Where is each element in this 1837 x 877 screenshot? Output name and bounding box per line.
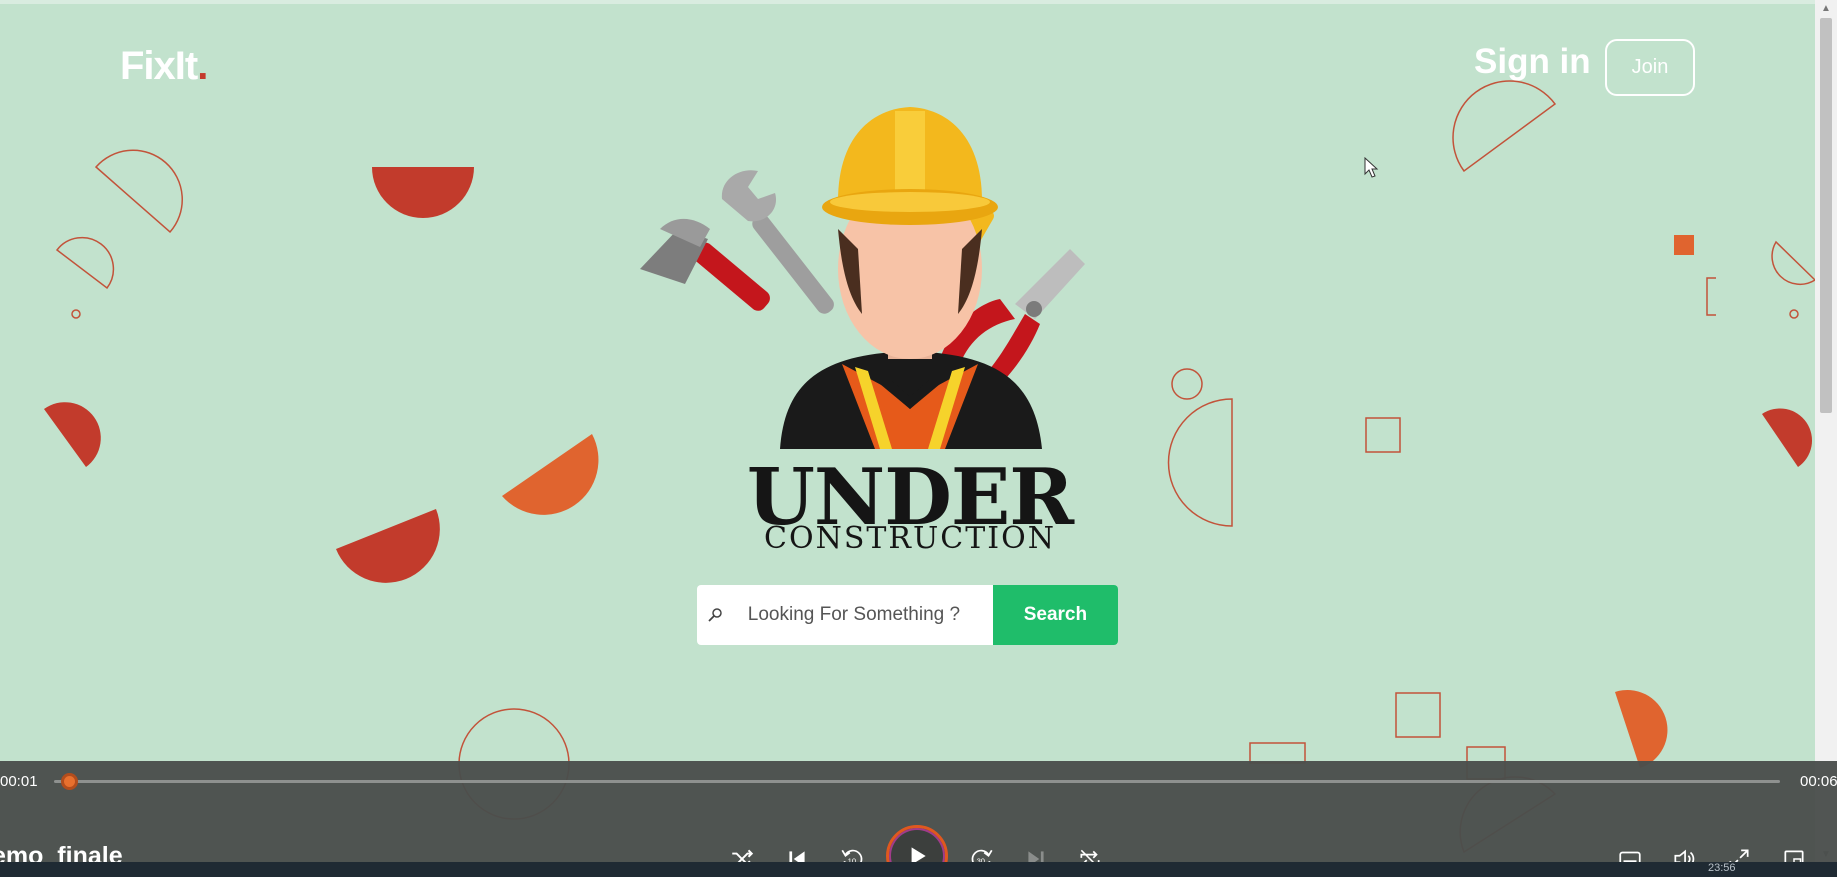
search-input[interactable] [733, 585, 993, 645]
scroll-up-arrow-icon[interactable]: ▲ [1815, 0, 1837, 18]
fixit-logo[interactable]: FixIt. [120, 44, 208, 89]
deco-circle [1789, 309, 1799, 319]
deco-half-circle [372, 167, 474, 218]
construction-worker-illustration [640, 107, 1085, 449]
deco-half-circle [1615, 690, 1668, 768]
scroll-thumb[interactable] [1820, 18, 1832, 413]
page-scrollbar[interactable]: ▲ ▼ [1815, 0, 1837, 877]
deco-square [1365, 417, 1401, 453]
os-taskbar: 23:56 [0, 862, 1837, 877]
deco-half-circle [336, 509, 440, 583]
deco-circle [71, 309, 81, 319]
hardhat-icon [822, 107, 998, 225]
deco-half-circle [44, 402, 101, 467]
deco-rect [1249, 742, 1306, 764]
current-time: 00:01 [0, 773, 38, 790]
deco-bracket [1706, 277, 1716, 316]
search-button[interactable]: Search [992, 585, 1118, 645]
seek-bar[interactable] [54, 780, 1780, 783]
media-player-bar: 00:01 00:06 emo_finale 10 30 [0, 761, 1837, 877]
deco-outline-half-circle [55, 236, 115, 290]
deco-outline-half-circle [1452, 80, 1557, 173]
deco-outline-half-circle [1771, 240, 1815, 286]
sign-in-link[interactable]: Sign in [1474, 42, 1591, 82]
logo-dot: . [197, 44, 208, 88]
total-time: 00:06 [1800, 773, 1837, 790]
taskbar-clock: 23:56 [1708, 862, 1736, 874]
mouse-cursor-icon [1364, 157, 1379, 178]
hammer-icon [640, 218, 770, 311]
deco-half-circle [1762, 408, 1813, 467]
deco-half-circle [502, 434, 599, 515]
logo-text: FixIt [120, 44, 198, 88]
seek-handle[interactable] [61, 773, 78, 790]
under-construction-subtitle: CONSTRUCTION [764, 521, 1056, 556]
search-bar: Search [697, 585, 1118, 645]
deco-outline-half-circle [94, 149, 183, 234]
deco-square [1395, 692, 1441, 738]
join-button[interactable]: Join [1605, 39, 1695, 96]
deco-square [1674, 235, 1694, 255]
search-icon [697, 585, 734, 645]
page: FixIt. Sign in Join UNDER CONSTRUCTION L… [0, 0, 1815, 877]
